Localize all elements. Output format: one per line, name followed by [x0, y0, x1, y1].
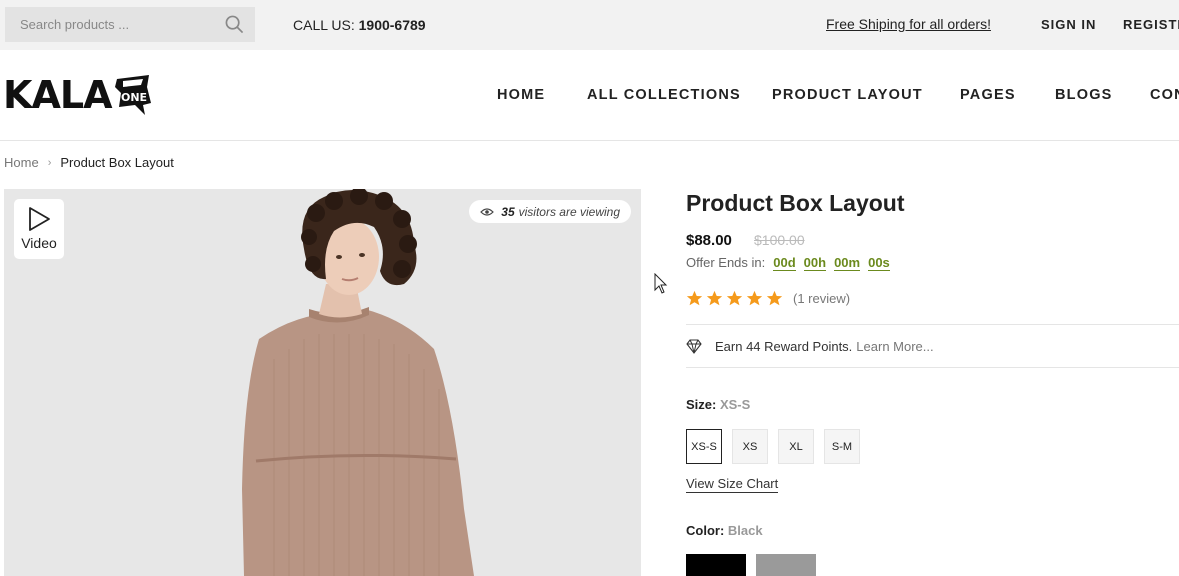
logo-text: KALA: [3, 73, 112, 117]
chevron-right-icon: ›: [47, 156, 52, 169]
color-label-text: Color:: [686, 523, 725, 538]
call-us-label: CALL US:: [293, 17, 355, 33]
size-option-xs[interactable]: XS: [732, 429, 768, 464]
size-options: XS-S XS XL S-M: [686, 429, 870, 464]
reward-text: Earn 44 Reward Points.: [715, 338, 853, 354]
size-option-xl[interactable]: XL: [778, 429, 814, 464]
countdown-seconds: 00s: [868, 255, 890, 271]
rating[interactable]: (1 review): [686, 290, 850, 307]
video-button[interactable]: Video: [14, 199, 64, 259]
register-link[interactable]: REGISTER: [1123, 17, 1179, 32]
learn-more-link[interactable]: Learn More...: [856, 339, 933, 354]
search-icon[interactable]: [225, 15, 244, 34]
size-label-text: Size:: [686, 397, 717, 412]
nav-all-collections[interactable]: ALL COLLECTIONS: [587, 87, 741, 103]
countdown-minutes: 00m: [834, 255, 861, 271]
search-box: [5, 7, 255, 42]
call-us: CALL US: 1900-6789: [293, 17, 426, 33]
countdown-days: 00d: [773, 255, 796, 271]
star-icon: [706, 290, 723, 306]
top-bar: CALL US: 1900-6789 Free Shiping for all …: [0, 0, 1179, 50]
logo-badge-text: ONE: [121, 91, 147, 104]
color-selected-value: Black: [727, 523, 763, 538]
product-old-price: $100.00: [754, 232, 805, 248]
size-selected-value: XS-S: [719, 397, 751, 412]
reward-points: Earn 44 Reward Points. Learn More...: [686, 338, 934, 354]
countdown-hours: 00h: [803, 255, 827, 271]
visitors-count: 35: [501, 204, 515, 219]
offer-countdown: Offer Ends in: 00d 00h 00m 00s: [686, 255, 890, 271]
size-option-s-m[interactable]: S-M: [824, 429, 860, 464]
nav-blogs[interactable]: BLOGS: [1055, 87, 1113, 103]
divider: [686, 324, 1179, 325]
view-size-chart-link[interactable]: View Size Chart: [686, 476, 779, 493]
logo-badge-icon: ONE: [115, 75, 152, 115]
call-us-number[interactable]: 1900-6789: [359, 17, 426, 33]
eye-icon: [480, 207, 495, 216]
star-icon: [726, 290, 743, 306]
breadcrumb-home[interactable]: Home: [4, 155, 39, 170]
play-icon: [29, 207, 50, 231]
mouse-cursor-icon: [654, 273, 668, 294]
visitors-text: visitors are viewing: [518, 204, 620, 219]
nav-home[interactable]: HOME: [497, 87, 545, 103]
product-photo: [4, 189, 641, 576]
color-label: Color: Black: [686, 523, 763, 538]
diamond-icon: [686, 339, 702, 354]
breadcrumb-current: Product Box Layout: [60, 155, 174, 170]
site-logo[interactable]: KALA ONE: [3, 72, 153, 118]
nav-contact[interactable]: CONTACT: [1150, 87, 1179, 103]
product-title: Product Box Layout: [686, 190, 905, 216]
visitors-badge: 35 visitors are viewing: [469, 200, 631, 223]
review-count-link[interactable]: (1 review): [793, 291, 850, 306]
size-option-xs-s[interactable]: XS-S: [686, 429, 722, 464]
star-icon: [766, 290, 783, 306]
star-icon: [686, 290, 703, 306]
star-icon: [746, 290, 763, 306]
product-price: $88.00: [686, 232, 732, 249]
size-label: Size: XS-S: [686, 397, 750, 412]
offer-label: Offer Ends in:: [686, 255, 766, 270]
nav-pages[interactable]: PAGES: [960, 87, 1016, 103]
video-label: Video: [21, 235, 57, 251]
free-shipping-link[interactable]: Free Shiping for all orders!: [826, 16, 991, 32]
site-header: KALA ONE HOME ALL COLLECTIONS PRODUCT LA…: [0, 50, 1179, 141]
color-swatch-black[interactable]: [686, 554, 746, 576]
search-input[interactable]: [5, 17, 215, 32]
divider: [686, 367, 1179, 368]
product-gallery[interactable]: Video 35 visitors are viewing: [4, 189, 641, 576]
breadcrumb: Home › Product Box Layout: [4, 155, 174, 170]
nav-product-layout[interactable]: PRODUCT LAYOUT: [772, 87, 923, 103]
sign-in-link[interactable]: SIGN IN: [1041, 17, 1096, 32]
color-swatch-gray[interactable]: [756, 554, 816, 576]
